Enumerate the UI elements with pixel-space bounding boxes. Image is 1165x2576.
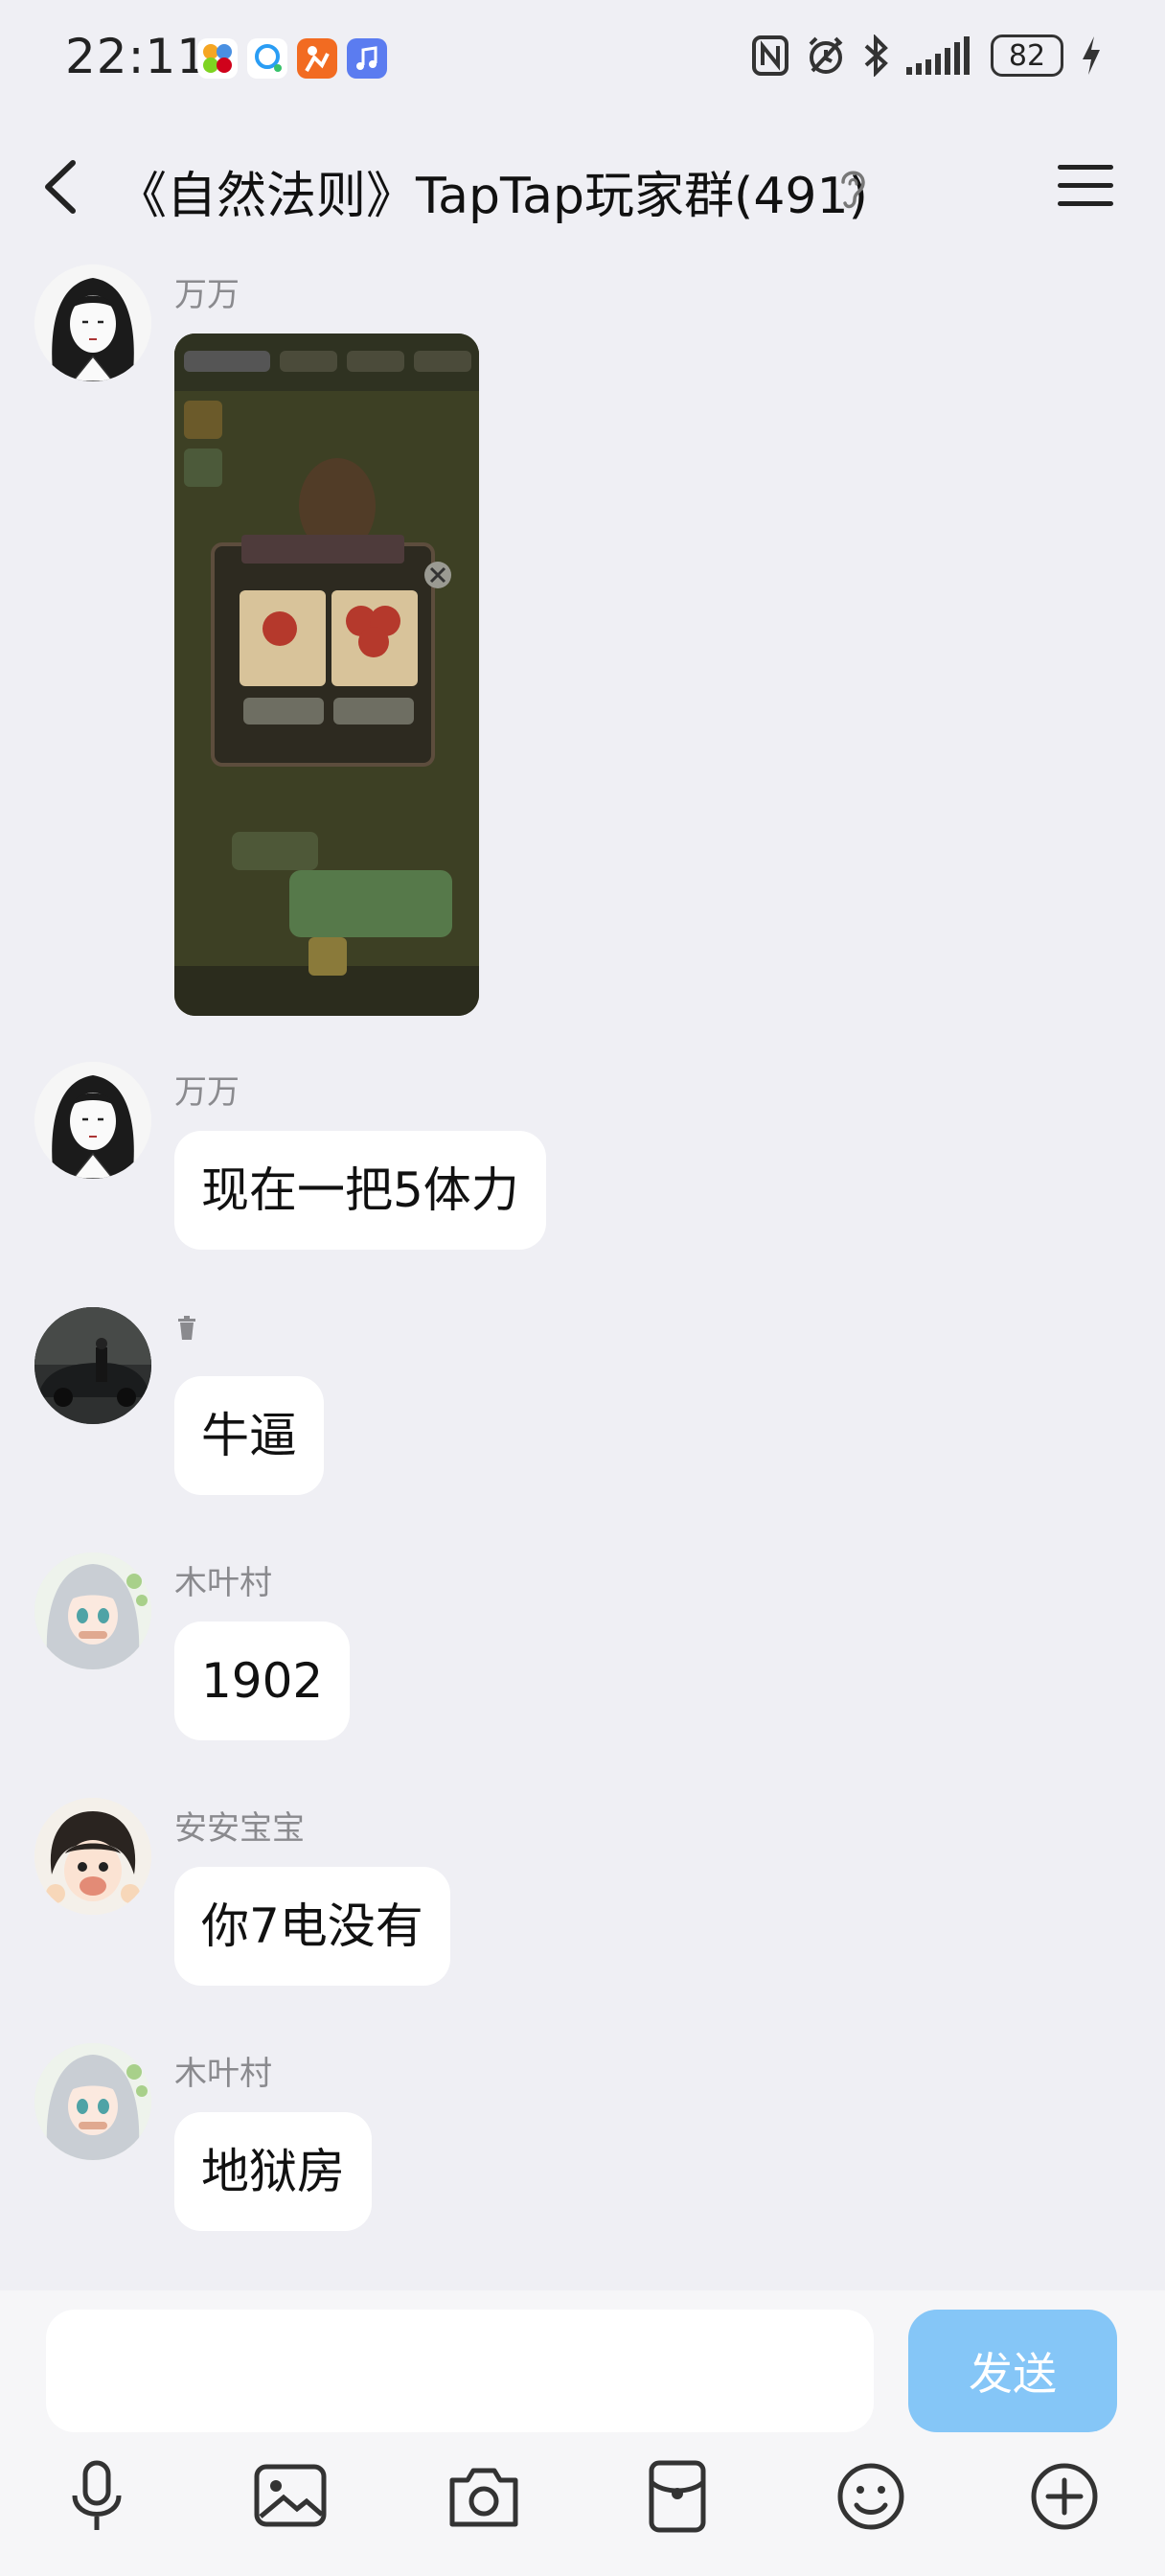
message-list[interactable]: 万万 万万 现在一把5体力 牛逼 木叶村 1902 安安宝宝 你7电没有 木叶村… [0,257,1165,2288]
message-input[interactable] [46,2310,874,2432]
app-icon-c [297,38,337,79]
app-icon-a [197,38,238,79]
status-bar: 22:11 82 [0,0,1165,117]
group-title[interactable]: 《自然法则》TapTap玩家群(491) [117,155,868,227]
image-message[interactable] [174,334,479,1016]
camera-icon[interactable] [441,2453,527,2540]
chevron-left-icon[interactable] [29,153,96,220]
anime-girl-avatar[interactable] [34,1062,151,1179]
bluetooth-icon [864,34,888,77]
anime-girl-avatar[interactable] [34,264,151,381]
nfc-icon [752,35,788,76]
sender-name: 安安宝宝 [174,1809,305,1848]
message-bubble[interactable]: 现在一把5体力 [174,1131,546,1250]
menu-icon[interactable] [1056,159,1115,213]
image-icon[interactable] [247,2453,333,2540]
boy-avatar[interactable] [34,1798,151,1915]
message-bubble[interactable]: 你7电没有 [174,1867,450,1986]
notification-icons [197,38,387,79]
message-bubble[interactable]: 牛逼 [174,1376,324,1495]
send-button[interactable]: 发送 [908,2310,1117,2432]
system-icons: 82 [751,34,1104,77]
input-toolbar [0,2453,1165,2568]
music-app-icon [347,38,387,79]
message-bubble[interactable]: 1902 [174,1622,351,1740]
ear-icon[interactable] [834,165,872,213]
car-photo-avatar[interactable] [34,1307,151,1424]
silver-hair-avatar[interactable] [34,2043,151,2160]
emoji-icon[interactable] [828,2453,914,2540]
battery-icon: 82 [991,34,1063,77]
sender-name: 木叶村 [174,2055,272,2093]
plus-icon[interactable] [1021,2453,1108,2540]
trash-icon [178,1316,195,1340]
status-time: 22:11 [65,29,209,84]
alarm-icon [809,36,843,74]
red-packet-icon[interactable] [634,2453,720,2540]
signal-icon [906,36,970,75]
message-bubble[interactable]: 地狱房 [174,2112,372,2231]
sender-name: 万万 [174,1073,240,1112]
input-bar: 发送 [0,2290,1165,2576]
microphone-icon[interactable] [54,2453,140,2540]
silver-hair-avatar[interactable] [34,1552,151,1669]
charging-icon [1083,36,1100,75]
sender-name: 万万 [174,276,240,314]
chat-header: 《自然法则》TapTap玩家群(491) [0,117,1165,257]
app-icon-b [247,38,287,79]
sender-name: 木叶村 [174,1564,272,1602]
